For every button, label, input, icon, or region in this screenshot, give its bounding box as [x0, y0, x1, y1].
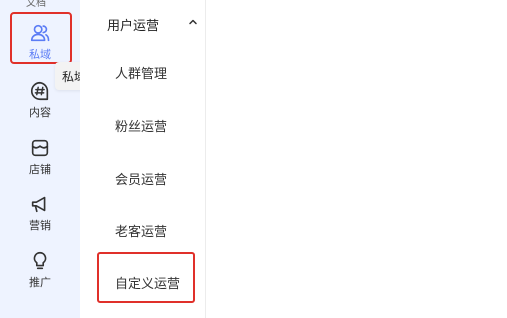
- sidebar-item-label: 店铺: [29, 163, 51, 176]
- highlight-box-private-domain: [10, 12, 72, 64]
- submenu-item-old-customer-operation[interactable]: 老客运营: [115, 221, 167, 240]
- sidebar-item-promotion[interactable]: 推广: [0, 246, 80, 302]
- submenu-group-header[interactable]: 用户运营: [107, 15, 159, 34]
- lightbulb-icon: [33, 251, 47, 270]
- megaphone-icon: [31, 196, 46, 213]
- submenu-item-member-operation[interactable]: 会员运营: [115, 169, 167, 188]
- highlight-box-custom-operation: [97, 252, 195, 303]
- sidebar-item-label: 内容: [29, 106, 51, 119]
- submenu-item-audience-management[interactable]: 人群管理: [115, 63, 167, 82]
- storefront-icon: [31, 139, 49, 157]
- hashtag-chat-icon: [31, 81, 49, 101]
- screenshot-stage: 文档 私域 内容 店铺 营销 推广 私域 用户运营 人群管理 粉丝运营 会员运营…: [0, 0, 507, 318]
- sidebar-item-marketing[interactable]: 营销: [0, 189, 80, 245]
- sidebar-item-store[interactable]: 店铺: [0, 133, 80, 189]
- chevron-up-icon[interactable]: [188, 17, 198, 27]
- submenu-item-fan-operation[interactable]: 粉丝运营: [115, 116, 167, 135]
- sidebar-item-label: 营销: [29, 219, 51, 232]
- sidebar-item-label: 推广: [29, 276, 51, 289]
- sidebar-item-partial-label: 文档: [26, 0, 46, 9]
